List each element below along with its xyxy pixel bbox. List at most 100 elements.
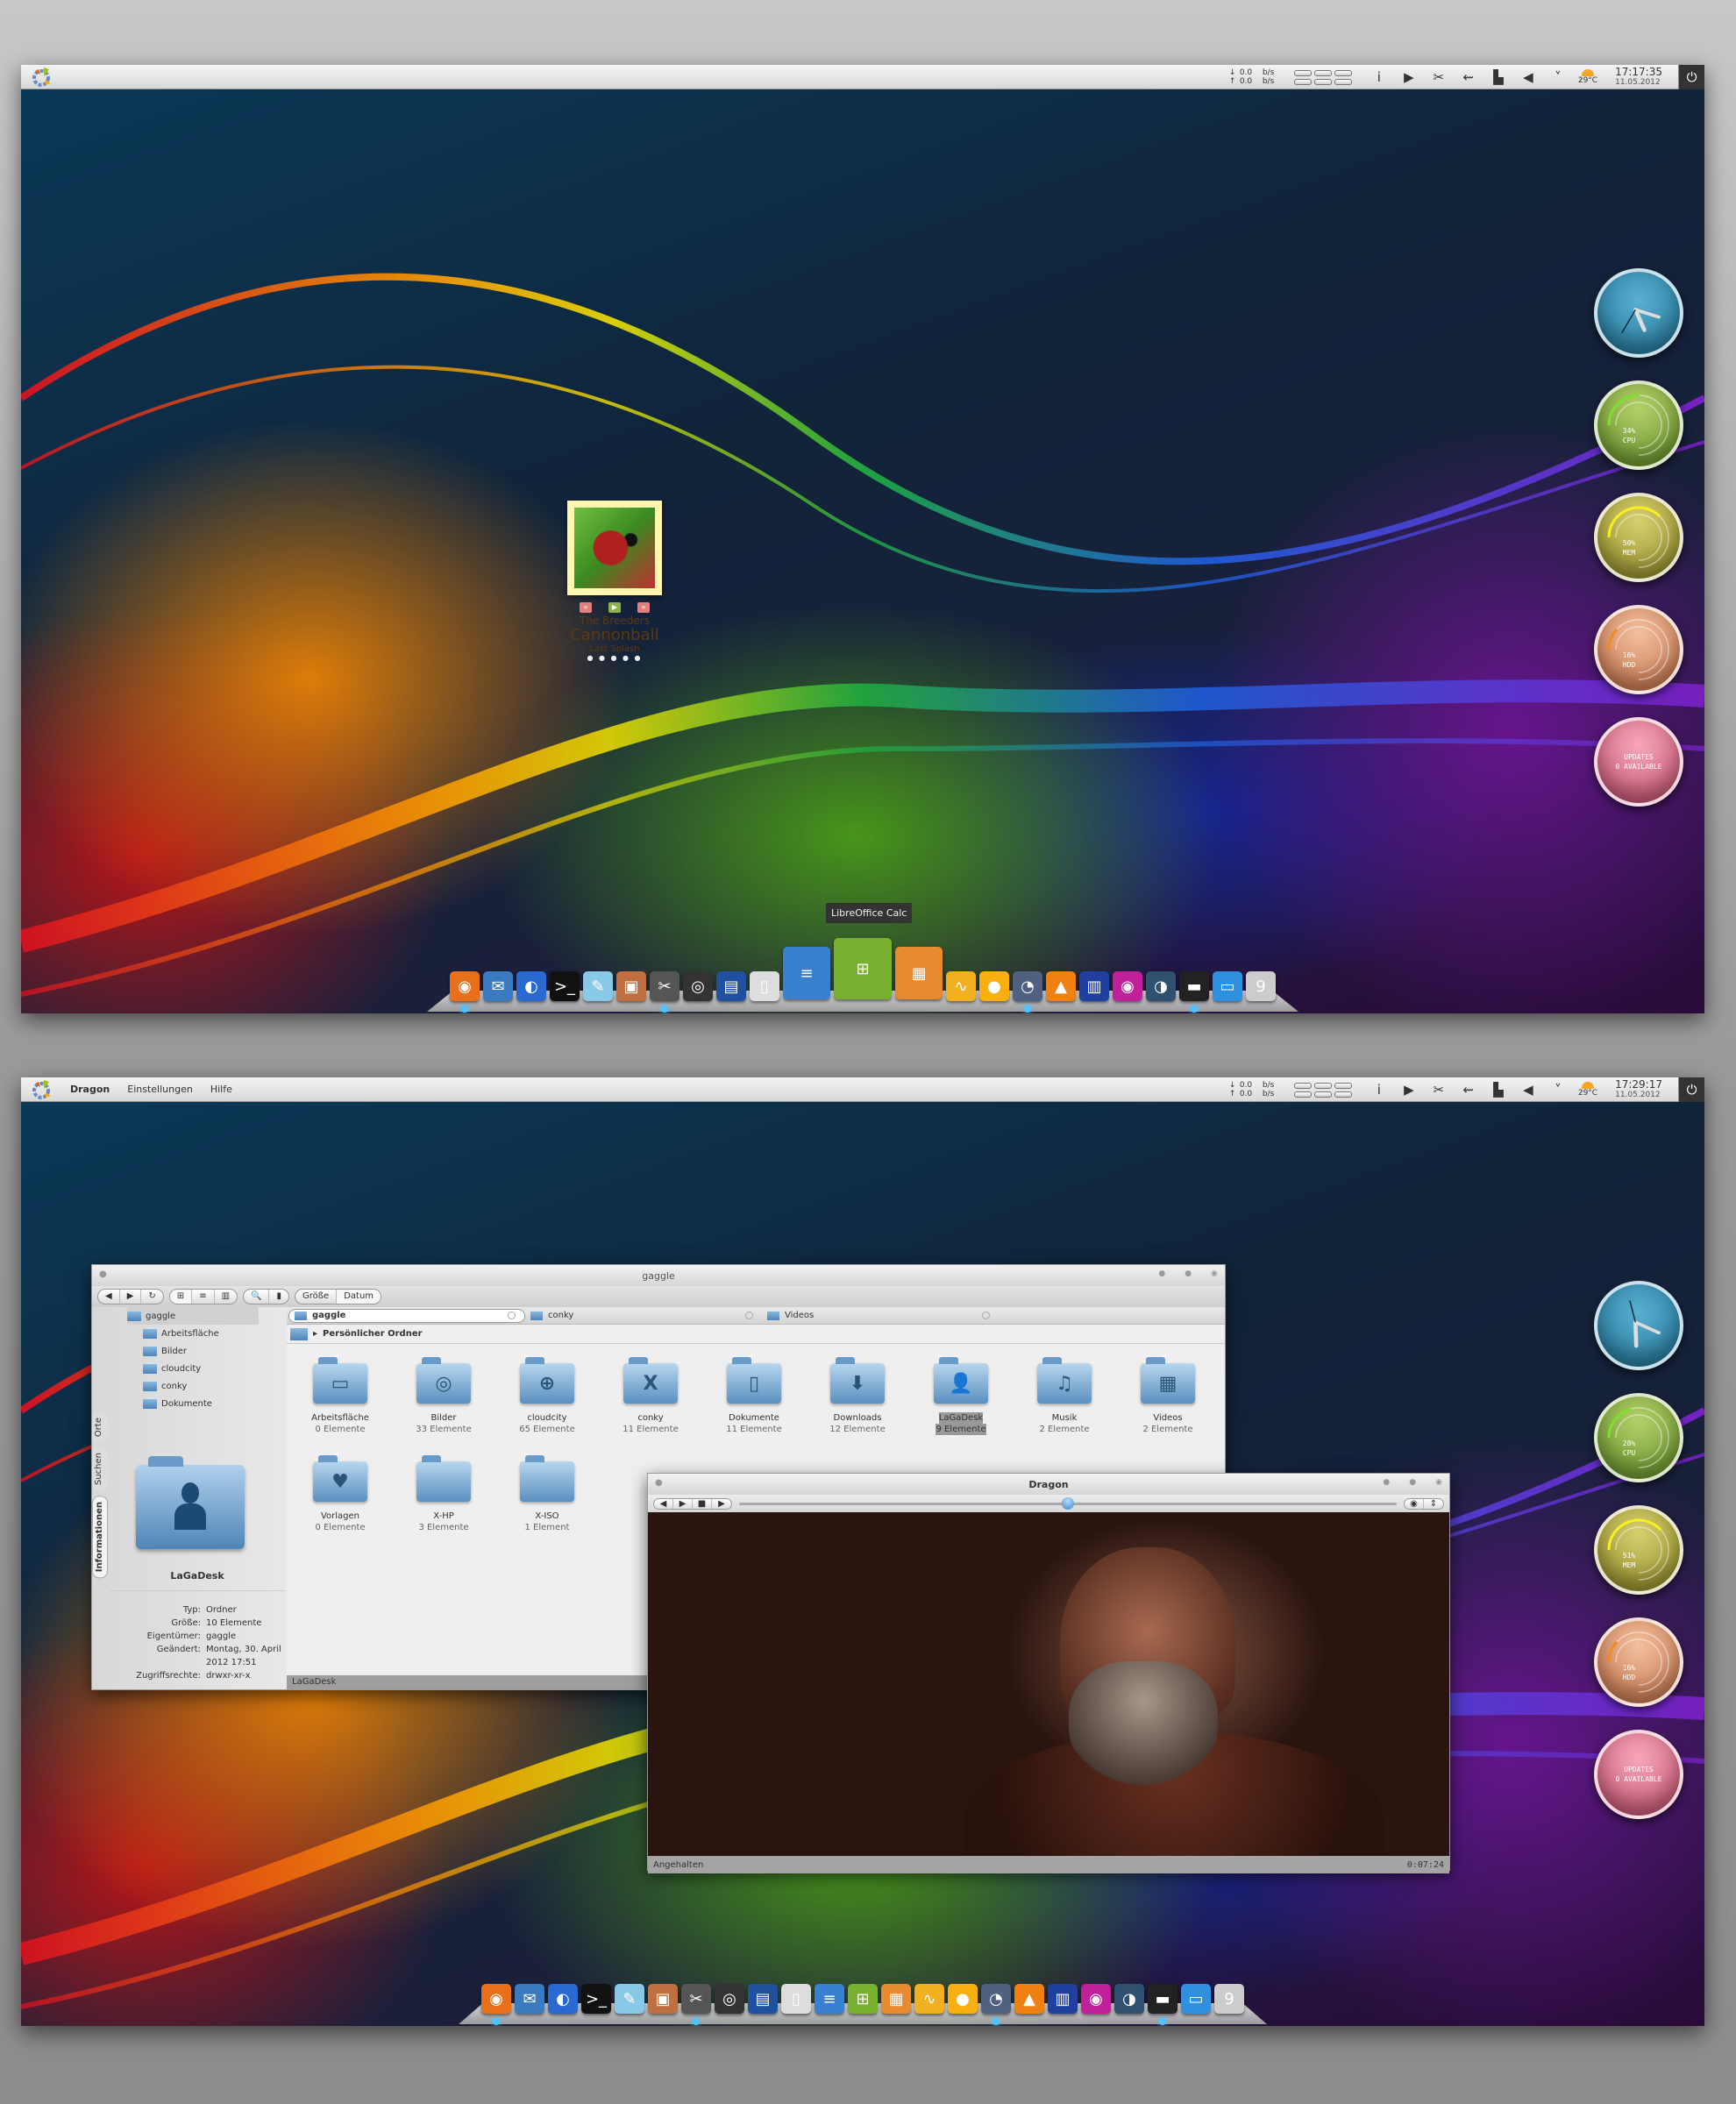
scissors-icon[interactable]: ✂ xyxy=(1432,1082,1446,1098)
window-titlebar[interactable]: ● Dragon ● ● ◉ xyxy=(648,1474,1449,1495)
file-item[interactable]: ▦ Videos 2 Elemente xyxy=(1116,1356,1220,1435)
close-button[interactable]: ◉ xyxy=(1211,1269,1218,1278)
dock-screenshot-icon[interactable]: ◎ xyxy=(715,1984,744,2014)
file-item[interactable]: Xconky 11 Elemente xyxy=(599,1356,702,1435)
tab-orte[interactable]: Orte xyxy=(92,1412,108,1443)
tree-item-cloudcity[interactable]: cloudcity xyxy=(127,1360,259,1377)
desktop-1[interactable] xyxy=(1293,1082,1312,1089)
clock[interactable]: 17:17:35 11.05.2012 xyxy=(1615,67,1662,88)
scissors-icon[interactable]: ✂ xyxy=(1432,69,1446,85)
file-item[interactable]: ⊕ cloudcity 65 Elemente xyxy=(495,1356,599,1435)
dock-video-editor-icon[interactable]: ▥ xyxy=(1048,1984,1078,2014)
forward-button[interactable]: ▶ xyxy=(120,1290,142,1304)
rewind-button[interactable]: ◀ xyxy=(654,1498,673,1509)
maximize-button[interactable]: ● xyxy=(1409,1478,1416,1487)
dock-package-manager-icon[interactable]: ▣ xyxy=(648,1984,678,2014)
tree-item-gaggle[interactable]: gaggle xyxy=(127,1307,259,1325)
dock-system-settings-icon[interactable]: ✂ xyxy=(650,971,679,1013)
file-item[interactable]: 👤 LaGaDesk 9 Elemente xyxy=(909,1356,1013,1435)
file-item[interactable]: ♥ Vorlagen 0 Elemente xyxy=(288,1454,392,1533)
file-item[interactable]: ⬇ Downloads 12 Elemente xyxy=(806,1356,909,1435)
dock-eye-app-icon[interactable]: ◉ xyxy=(1113,971,1142,1001)
tree-item-conky[interactable]: conky xyxy=(127,1377,259,1395)
details-view-button[interactable]: ≡ xyxy=(192,1290,215,1304)
dock-libreoffice-calc-icon[interactable]: ⊞ xyxy=(848,1984,878,2014)
play-button[interactable]: ▶ xyxy=(673,1498,693,1509)
dock-scanner-icon[interactable]: ▤ xyxy=(716,971,746,1001)
network-icon[interactable]: ▙ xyxy=(1491,69,1505,85)
dock-stuffit-icon[interactable]: ● xyxy=(948,1984,978,2014)
dock-terminal-icon[interactable]: >_ xyxy=(550,971,580,1001)
maximize-button[interactable]: ● xyxy=(1185,1269,1192,1278)
menu-app-dragon[interactable]: Dragon xyxy=(70,1084,110,1095)
next-track-button[interactable]: » xyxy=(637,602,650,613)
close-tab-icon[interactable] xyxy=(745,1311,753,1319)
file-item[interactable]: X-HP 3 Elemente xyxy=(392,1454,495,1533)
sort-size-button[interactable]: Größe xyxy=(295,1290,338,1304)
chevron-down-icon[interactable]: ˅ xyxy=(1551,1082,1565,1098)
video-frame[interactable] xyxy=(648,1512,1449,1856)
file-item[interactable]: ▯ Dokumente 11 Elemente xyxy=(702,1356,806,1435)
dock-trash-icon[interactable]: 9 xyxy=(1214,1984,1244,2014)
dock-stuffit-icon[interactable]: ● xyxy=(979,971,1009,1001)
breadcrumb[interactable]: ▸ Persönlicher Ordner xyxy=(287,1325,1225,1344)
kde-gear-logo-icon[interactable] xyxy=(30,66,56,89)
dock-libreoffice-icon[interactable]: ▯ xyxy=(750,971,779,1001)
dock-browser-icon[interactable]: ◐ xyxy=(516,971,546,1001)
dock-display-icon[interactable]: ▭ xyxy=(1181,1984,1211,2014)
file-item[interactable]: ▭ Arbeitsfläche 0 Elemente xyxy=(288,1356,392,1435)
desktop-5[interactable] xyxy=(1313,78,1332,85)
dock-wolf-app-icon[interactable]: ◔ xyxy=(981,1984,1011,2025)
dock-libreoffice-calc-icon[interactable]: ⊞ xyxy=(834,938,892,999)
close-button[interactable]: ◉ xyxy=(1435,1478,1442,1487)
desktop-4[interactable] xyxy=(1293,1091,1312,1098)
icons-view-button[interactable]: ⊞ xyxy=(169,1290,193,1304)
previous-track-button[interactable]: « xyxy=(580,602,592,613)
dock-system-settings-icon[interactable]: ✂ xyxy=(681,1984,711,2025)
dock-wolf-app-icon[interactable]: ◔ xyxy=(1013,971,1042,1013)
desktop-2[interactable] xyxy=(1313,1082,1332,1089)
desktop-5[interactable] xyxy=(1313,1091,1332,1098)
desktop-3[interactable] xyxy=(1334,69,1352,76)
dock-text-editor-icon[interactable]: ✎ xyxy=(615,1984,644,2014)
page-indicator[interactable]: ● ● ● ● ● xyxy=(558,654,672,662)
dock-gimp-icon[interactable]: ◑ xyxy=(1114,1984,1144,2014)
dock-vlc-icon[interactable]: ▲ xyxy=(1014,1984,1044,2014)
fullscreen-icon[interactable]: ⇕ xyxy=(1424,1499,1443,1509)
menu-einstellungen[interactable]: Einstellungen xyxy=(127,1084,193,1095)
dock-libreoffice-draw-icon[interactable]: ∿ xyxy=(914,1984,944,2014)
clock[interactable]: 17:29:17 11.05.2012 xyxy=(1615,1079,1662,1100)
dock-package-manager-icon[interactable]: ▣ xyxy=(616,971,646,1001)
dock-gimp-icon[interactable]: ◑ xyxy=(1146,971,1176,1001)
dock-libreoffice-impress-icon[interactable]: ▦ xyxy=(895,947,943,999)
minimize-button[interactable]: ● xyxy=(1383,1478,1390,1487)
reload-button[interactable]: ↻ xyxy=(141,1290,162,1304)
window-menu-icon[interactable]: ● xyxy=(655,1478,663,1488)
tab-gaggle[interactable]: gaggle xyxy=(288,1308,525,1323)
desktop-4[interactable] xyxy=(1293,78,1312,85)
updates-gauge[interactable]: UPDATES 0 AVAILABLE xyxy=(1594,717,1683,807)
dock-text-editor-icon[interactable]: ✎ xyxy=(583,971,613,1001)
virtual-desktop-pager[interactable] xyxy=(1293,69,1352,85)
tree-item-dokumente[interactable]: Dokumente xyxy=(127,1395,259,1412)
desktop-6[interactable] xyxy=(1334,78,1352,85)
dock-thunderbird-icon[interactable]: ✉ xyxy=(483,971,513,1001)
back-button[interactable]: ◀ xyxy=(98,1290,120,1304)
desktop-6[interactable] xyxy=(1334,1091,1352,1098)
kde-gear-logo-icon[interactable] xyxy=(30,1078,56,1101)
info-icon[interactable]: i xyxy=(1372,1082,1386,1098)
close-tab-icon[interactable] xyxy=(508,1311,516,1319)
play-icon[interactable]: ▶ xyxy=(1402,69,1416,85)
weather-widget[interactable]: 29°C xyxy=(1578,1082,1597,1098)
stop-button[interactable]: ■ xyxy=(693,1498,712,1509)
menu-hilfe[interactable]: Hilfe xyxy=(210,1084,232,1095)
sort-date-button[interactable]: Datum xyxy=(337,1290,381,1304)
tab-suchen[interactable]: Suchen xyxy=(92,1447,108,1491)
seek-handle[interactable] xyxy=(1062,1496,1074,1510)
desktop-1[interactable] xyxy=(1293,69,1312,76)
dock-browser-icon[interactable]: ◐ xyxy=(548,1984,578,2014)
seek-slider[interactable] xyxy=(739,1496,1397,1510)
columns-view-button[interactable]: ▥ xyxy=(215,1290,237,1304)
volume-icon[interactable]: ◉ xyxy=(1405,1498,1424,1509)
weather-widget[interactable]: 29°C xyxy=(1578,69,1597,85)
